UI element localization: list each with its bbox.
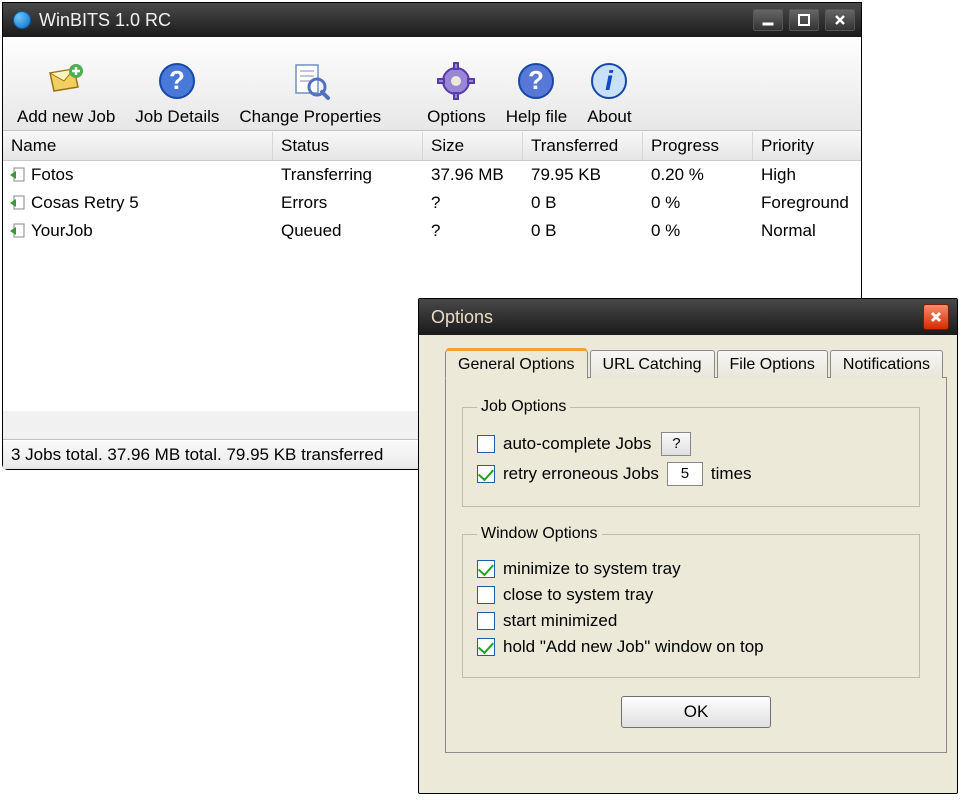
column-header[interactable]: Progress	[643, 132, 753, 160]
toolbtn-help-file[interactable]: ? Help file	[496, 41, 577, 127]
job-options-group: Job Options auto-complete Jobs ? retry e…	[462, 398, 920, 507]
cell-transferred: 0 B	[523, 221, 643, 241]
cell-size: 37.96 MB	[423, 165, 523, 185]
retry-suffix: times	[711, 464, 752, 484]
cell-transferred: 0 B	[523, 193, 643, 213]
envelope-add-icon	[44, 59, 88, 103]
cell-size: ?	[423, 193, 523, 213]
tab-url-catching[interactable]: URL Catching	[590, 350, 715, 378]
window-option-checkbox[interactable]	[477, 612, 495, 630]
tab-notifications[interactable]: Notifications	[830, 350, 943, 378]
column-headers[interactable]: NameStatusSizeTransferredProgressPriorit…	[3, 131, 861, 161]
retry-count-input[interactable]: 5	[667, 462, 703, 486]
table-row[interactable]: Cosas Retry 5 Errors?0 B0 %Foreground	[3, 189, 861, 217]
column-header[interactable]: Name	[3, 132, 273, 160]
job-file-icon	[9, 167, 27, 183]
job-name: Cosas Retry 5	[31, 193, 139, 213]
cell-status: Transferring	[273, 165, 423, 185]
window-option-checkbox[interactable]	[477, 638, 495, 656]
toolbtn-label: Change Properties	[239, 107, 381, 127]
toolbtn-label: About	[587, 107, 631, 127]
auto-complete-help-button[interactable]: ?	[661, 432, 691, 456]
toolbtn-label: Help file	[506, 107, 567, 127]
toolbtn-change-properties[interactable]: Change Properties	[229, 41, 391, 127]
window-option-checkbox[interactable]	[477, 560, 495, 578]
job-name: Fotos	[31, 165, 74, 185]
auto-complete-checkbox[interactable]	[477, 435, 495, 453]
svg-text:i: i	[606, 65, 615, 96]
column-header[interactable]: Status	[273, 132, 423, 160]
toolbtn-label: Job Details	[135, 107, 219, 127]
cell-progress: 0 %	[643, 221, 753, 241]
window-option-checkbox[interactable]	[477, 586, 495, 604]
svg-text:?: ?	[169, 65, 185, 95]
maximize-button[interactable]	[789, 9, 819, 31]
window-options-legend: Window Options	[477, 525, 602, 543]
retry-label: retry erroneous Jobs	[503, 464, 659, 484]
toolbtn-about[interactable]: i About	[577, 41, 641, 127]
column-header[interactable]: Priority	[753, 132, 853, 160]
options-title: Options	[427, 307, 923, 328]
options-close-button[interactable]	[923, 304, 949, 330]
toolbtn-job-details[interactable]: ? Job Details	[125, 41, 229, 127]
tab-file-options[interactable]: File Options	[717, 350, 828, 378]
cell-transferred: 79.95 KB	[523, 165, 643, 185]
close-button[interactable]	[825, 9, 855, 31]
minimize-button[interactable]	[753, 9, 783, 31]
options-tabstrip: General OptionsURL CatchingFile OptionsN…	[445, 349, 947, 377]
app-icon	[13, 11, 31, 29]
job-file-icon	[9, 195, 27, 211]
window-option-label: close to system tray	[503, 585, 653, 605]
help-icon: ?	[514, 59, 558, 103]
cell-priority: Foreground	[753, 193, 853, 213]
cell-size: ?	[423, 221, 523, 241]
gear-icon	[434, 59, 478, 103]
info-qmark-icon: ?	[155, 59, 199, 103]
cell-status: Queued	[273, 221, 423, 241]
window-option-label: hold "Add new Job" window on top	[503, 637, 764, 657]
window-option-label: start minimized	[503, 611, 617, 631]
job-name: YourJob	[31, 221, 93, 241]
options-title-bar[interactable]: Options	[419, 299, 957, 335]
window-options-group: Window Options minimize to system tray cl…	[462, 525, 920, 678]
table-row[interactable]: Fotos Transferring37.96 MB79.95 KB0.20 %H…	[3, 161, 861, 189]
window-option-label: minimize to system tray	[503, 559, 681, 579]
properties-icon	[288, 59, 332, 103]
tab-general-options[interactable]: General Options	[445, 350, 588, 379]
retry-checkbox[interactable]	[477, 465, 495, 483]
title-bar[interactable]: WinBITS 1.0 RC	[3, 3, 861, 37]
table-row[interactable]: YourJob Queued?0 B0 %Normal	[3, 217, 861, 245]
cell-progress: 0 %	[643, 193, 753, 213]
auto-complete-label: auto-complete Jobs	[503, 434, 651, 454]
svg-text:?: ?	[529, 65, 545, 95]
column-header[interactable]: Transferred	[523, 132, 643, 160]
cell-priority: Normal	[753, 221, 853, 241]
toolbtn-options[interactable]: Options	[417, 41, 496, 127]
cell-status: Errors	[273, 193, 423, 213]
about-icon: i	[587, 59, 631, 103]
job-options-legend: Job Options	[477, 398, 570, 416]
cell-progress: 0.20 %	[643, 165, 753, 185]
options-tab-panel: Job Options auto-complete Jobs ? retry e…	[445, 377, 947, 753]
toolbar: Add new Job? Job Details Change Properties…	[3, 37, 861, 131]
toolbtn-add-new-job[interactable]: Add new Job	[7, 41, 125, 127]
window-title: WinBITS 1.0 RC	[39, 10, 747, 31]
toolbtn-label: Add new Job	[17, 107, 115, 127]
job-file-icon	[9, 223, 27, 239]
ok-button[interactable]: OK	[621, 696, 771, 728]
column-header[interactable]: Size	[423, 132, 523, 160]
options-dialog: Options General OptionsURL CatchingFile …	[418, 298, 958, 794]
cell-priority: High	[753, 165, 853, 185]
toolbtn-label: Options	[427, 107, 486, 127]
